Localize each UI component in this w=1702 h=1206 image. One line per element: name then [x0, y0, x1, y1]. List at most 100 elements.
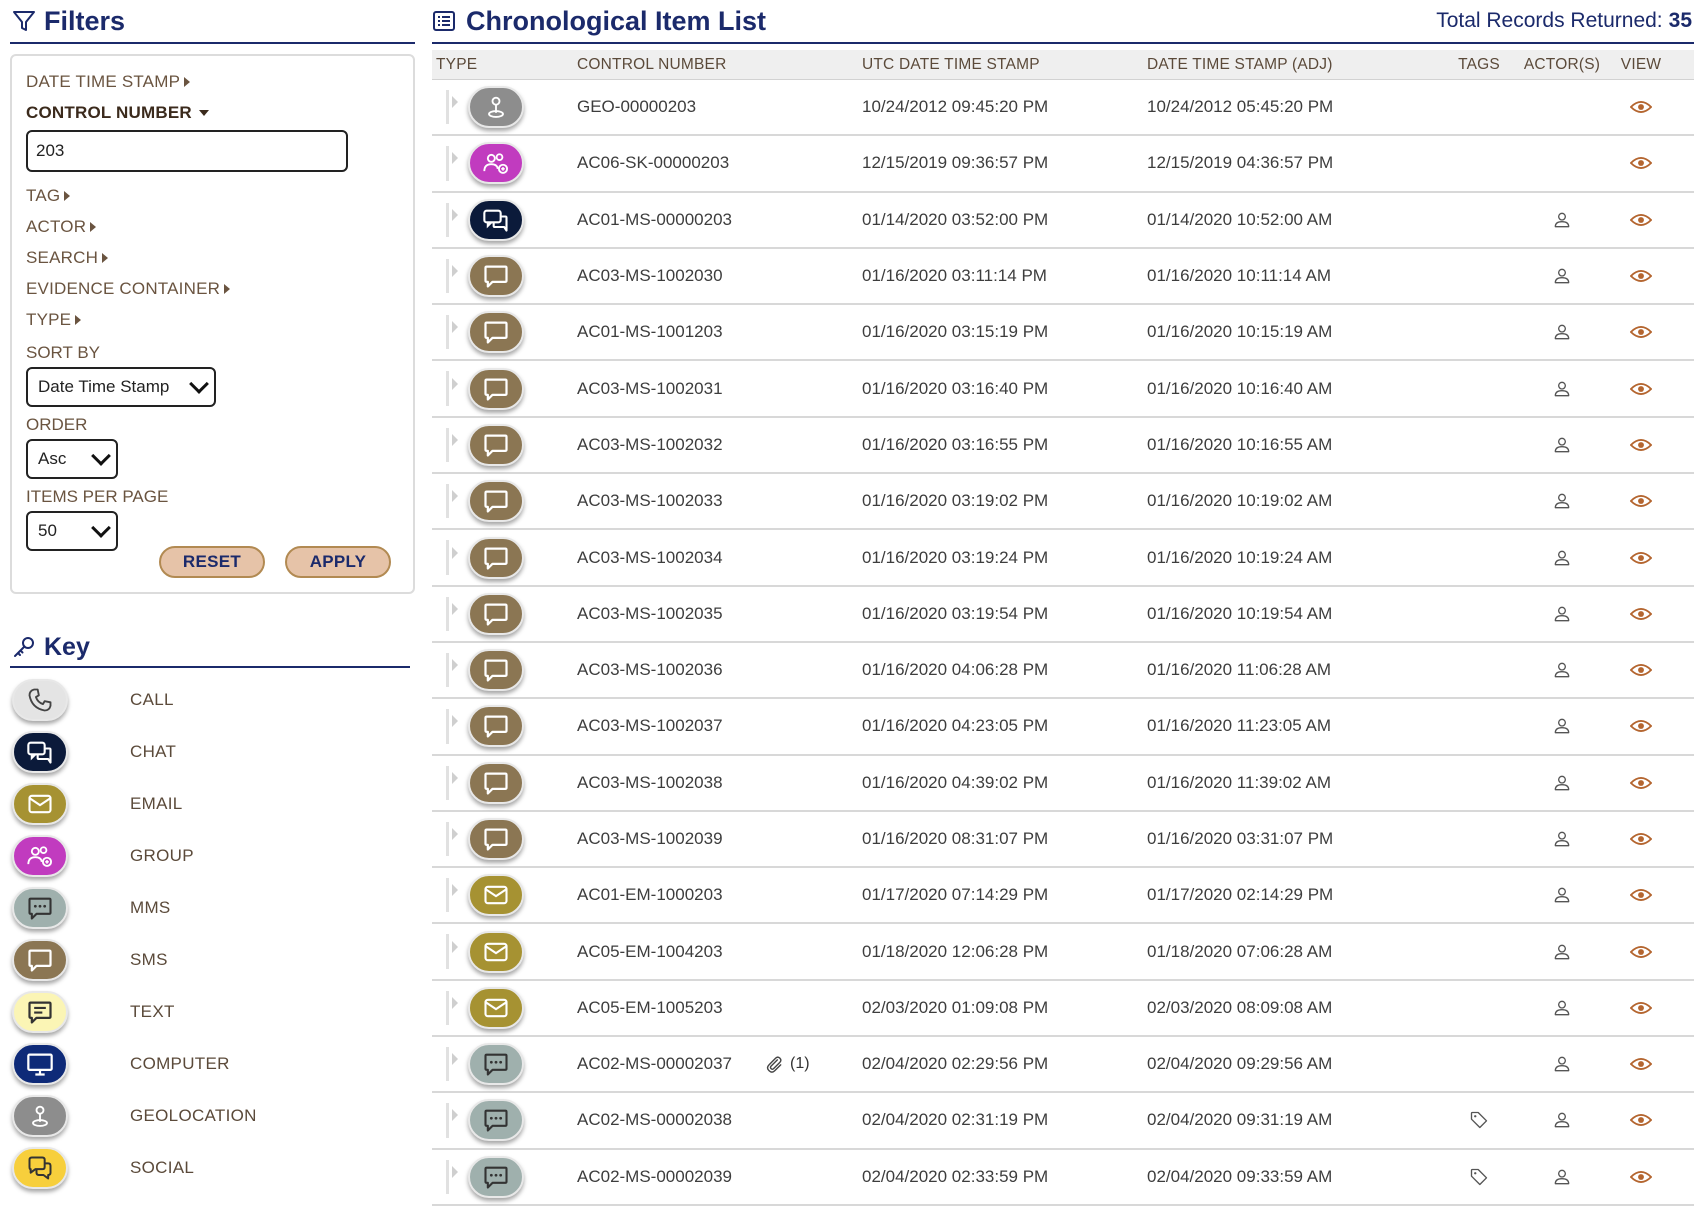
col-header-actors[interactable]: ACTOR(S) [1518, 56, 1606, 74]
table-row[interactable]: AC03-MS-1002035 01/16/2020 03:19:54 PM 01/… [432, 587, 1694, 643]
table-row[interactable]: AC02-MS-00002039 02/04/2020 02:33:59 PM 02… [432, 1150, 1694, 1206]
eye-icon[interactable] [1630, 493, 1652, 509]
col-header-utc[interactable]: UTC DATE TIME STAMP [862, 56, 1147, 74]
col-header-tags[interactable]: TAGS [1440, 56, 1518, 74]
col-header-control-number[interactable]: CONTROL NUMBER [577, 56, 862, 74]
filter-tag[interactable]: TAG [26, 180, 401, 211]
reset-button[interactable]: RESET [159, 546, 265, 578]
actor-icon[interactable] [1552, 266, 1572, 286]
filter-evidence-container[interactable]: EVIDENCE CONTAINER [26, 273, 401, 304]
eye-icon[interactable] [1630, 944, 1652, 960]
filter-control-number[interactable]: CONTROL NUMBER [26, 97, 401, 128]
actor-icon[interactable] [1552, 885, 1572, 905]
eye-icon[interactable] [1630, 212, 1652, 228]
eye-icon[interactable] [1630, 324, 1652, 340]
paperclip-icon[interactable] [764, 1054, 784, 1074]
eye-icon[interactable] [1630, 662, 1652, 678]
eye-icon[interactable] [1630, 1056, 1652, 1072]
row-tab-icon[interactable] [452, 265, 458, 278]
table-row[interactable]: GEO-00000203 10/24/2012 09:45:20 PM 10/24/… [432, 80, 1694, 137]
actor-icon[interactable] [1552, 435, 1572, 455]
table-row[interactable]: AC02-MS-00002037 (1) 02/04/2020 02:29:56 P… [432, 1037, 1694, 1094]
table-row[interactable]: AC03-MS-1002037 01/16/2020 04:23:05 PM 01/… [432, 699, 1694, 756]
row-tab-icon[interactable] [452, 828, 458, 840]
control-number-input[interactable] [26, 130, 348, 172]
table-row[interactable]: AC03-MS-1002030 01/16/2020 03:11:14 PM 01/… [432, 249, 1694, 306]
row-tab-icon[interactable] [452, 321, 458, 334]
table-row[interactable]: AC03-MS-1002039 01/16/2020 08:31:07 PM 01/… [432, 812, 1694, 869]
row-tab-icon[interactable] [452, 208, 458, 221]
eye-icon[interactable] [1630, 606, 1652, 622]
apply-button[interactable]: APPLY [285, 546, 391, 578]
row-tab-icon[interactable] [452, 152, 458, 165]
table-row[interactable]: AC03-MS-1002038 01/16/2020 04:39:02 PM 01/… [432, 756, 1694, 812]
row-tab-icon[interactable] [452, 433, 458, 446]
actor-icon[interactable] [1552, 716, 1572, 736]
actor-icon[interactable] [1552, 604, 1572, 624]
eye-icon[interactable] [1630, 887, 1652, 903]
row-tab-icon[interactable] [452, 96, 458, 109]
filter-type[interactable]: TYPE [26, 304, 401, 335]
table-row[interactable]: AC03-MS-1002032 01/16/2020 03:16:55 PM 01/… [432, 418, 1694, 475]
table-row[interactable]: AC05-EM-1005203 02/03/2020 01:09:08 PM 02/… [432, 981, 1694, 1038]
actor-icon[interactable] [1552, 1054, 1572, 1074]
items-per-page-select[interactable]: 50 [26, 511, 118, 551]
row-tab-icon[interactable] [452, 659, 458, 672]
eye-icon[interactable] [1630, 1000, 1652, 1016]
table-row[interactable]: AC05-EM-1004203 01/18/2020 12:06:28 PM 01/… [432, 924, 1694, 981]
table-row[interactable]: AC06-SK-00000203 12/15/2019 09:36:57 PM 12… [432, 136, 1694, 193]
row-tab-icon[interactable] [452, 602, 458, 615]
eye-icon[interactable] [1630, 155, 1652, 171]
actor-icon[interactable] [1552, 379, 1572, 399]
col-header-adj[interactable]: DATE TIME STAMP (ADJ) [1147, 56, 1440, 74]
sort-by-select[interactable]: Date Time Stamp [26, 367, 216, 407]
actor-icon[interactable] [1552, 773, 1572, 793]
eye-icon[interactable] [1630, 775, 1652, 791]
actor-icon[interactable] [1552, 548, 1572, 568]
row-tab-icon[interactable] [452, 715, 458, 728]
eye-icon[interactable] [1630, 99, 1652, 115]
table-row[interactable]: AC01-MS-1001203 01/16/2020 03:15:19 PM 01/… [432, 305, 1694, 362]
col-header-view[interactable]: VIEW [1606, 56, 1676, 74]
row-tab-icon[interactable] [452, 1053, 458, 1066]
table-row[interactable]: AC03-MS-1002031 01/16/2020 03:16:40 PM 01/… [432, 361, 1694, 418]
actor-icon[interactable] [1552, 491, 1572, 511]
row-tab-icon[interactable] [452, 884, 458, 897]
filter-search[interactable]: SEARCH [26, 242, 401, 273]
row-tab-icon[interactable] [452, 940, 458, 953]
tag-icon[interactable] [1469, 1110, 1489, 1130]
filter-date-time-stamp[interactable]: DATE TIME STAMP [26, 66, 401, 97]
row-tab-icon[interactable] [452, 771, 458, 784]
table-row[interactable]: AC01-MS-00000203 01/14/2020 03:52:00 PM 01… [432, 193, 1694, 249]
col-header-type[interactable]: TYPE [432, 56, 577, 74]
row-tab-icon[interactable] [452, 1109, 458, 1122]
eye-icon[interactable] [1630, 831, 1652, 847]
actor-icon[interactable] [1552, 1167, 1572, 1187]
row-tab-icon[interactable] [452, 490, 458, 503]
table-row[interactable]: AC02-MS-00002038 02/04/2020 02:31:19 PM 02… [432, 1093, 1694, 1150]
actor-icon[interactable] [1552, 942, 1572, 962]
eye-icon[interactable] [1630, 437, 1652, 453]
eye-icon[interactable] [1630, 1112, 1652, 1128]
table-row[interactable]: AC01-EM-1000203 01/17/2020 07:14:29 PM 01/… [432, 868, 1694, 925]
actor-icon[interactable] [1552, 322, 1572, 342]
eye-icon[interactable] [1630, 1169, 1652, 1185]
row-tab-icon[interactable] [452, 377, 458, 390]
eye-icon[interactable] [1630, 718, 1652, 734]
eye-icon[interactable] [1630, 550, 1652, 566]
eye-icon[interactable] [1630, 381, 1652, 397]
actor-icon[interactable] [1552, 998, 1572, 1018]
row-tab-icon[interactable] [452, 996, 458, 1009]
tag-icon[interactable] [1469, 1167, 1489, 1187]
table-row[interactable]: AC03-MS-1002034 01/16/2020 03:19:24 PM 01/… [432, 530, 1694, 587]
actor-icon[interactable] [1552, 660, 1572, 680]
order-select[interactable]: Asc [26, 439, 118, 479]
table-row[interactable]: AC03-MS-1002033 01/16/2020 03:19:02 PM 01/… [432, 474, 1694, 531]
eye-icon[interactable] [1630, 268, 1652, 284]
row-tab-icon[interactable] [452, 1165, 458, 1178]
actor-icon[interactable] [1552, 210, 1572, 230]
filter-actor[interactable]: ACTOR [26, 211, 401, 242]
row-tab-icon[interactable] [452, 546, 458, 559]
table-row[interactable]: AC03-MS-1002036 01/16/2020 04:06:28 PM 01/… [432, 643, 1694, 700]
actor-icon[interactable] [1552, 829, 1572, 849]
